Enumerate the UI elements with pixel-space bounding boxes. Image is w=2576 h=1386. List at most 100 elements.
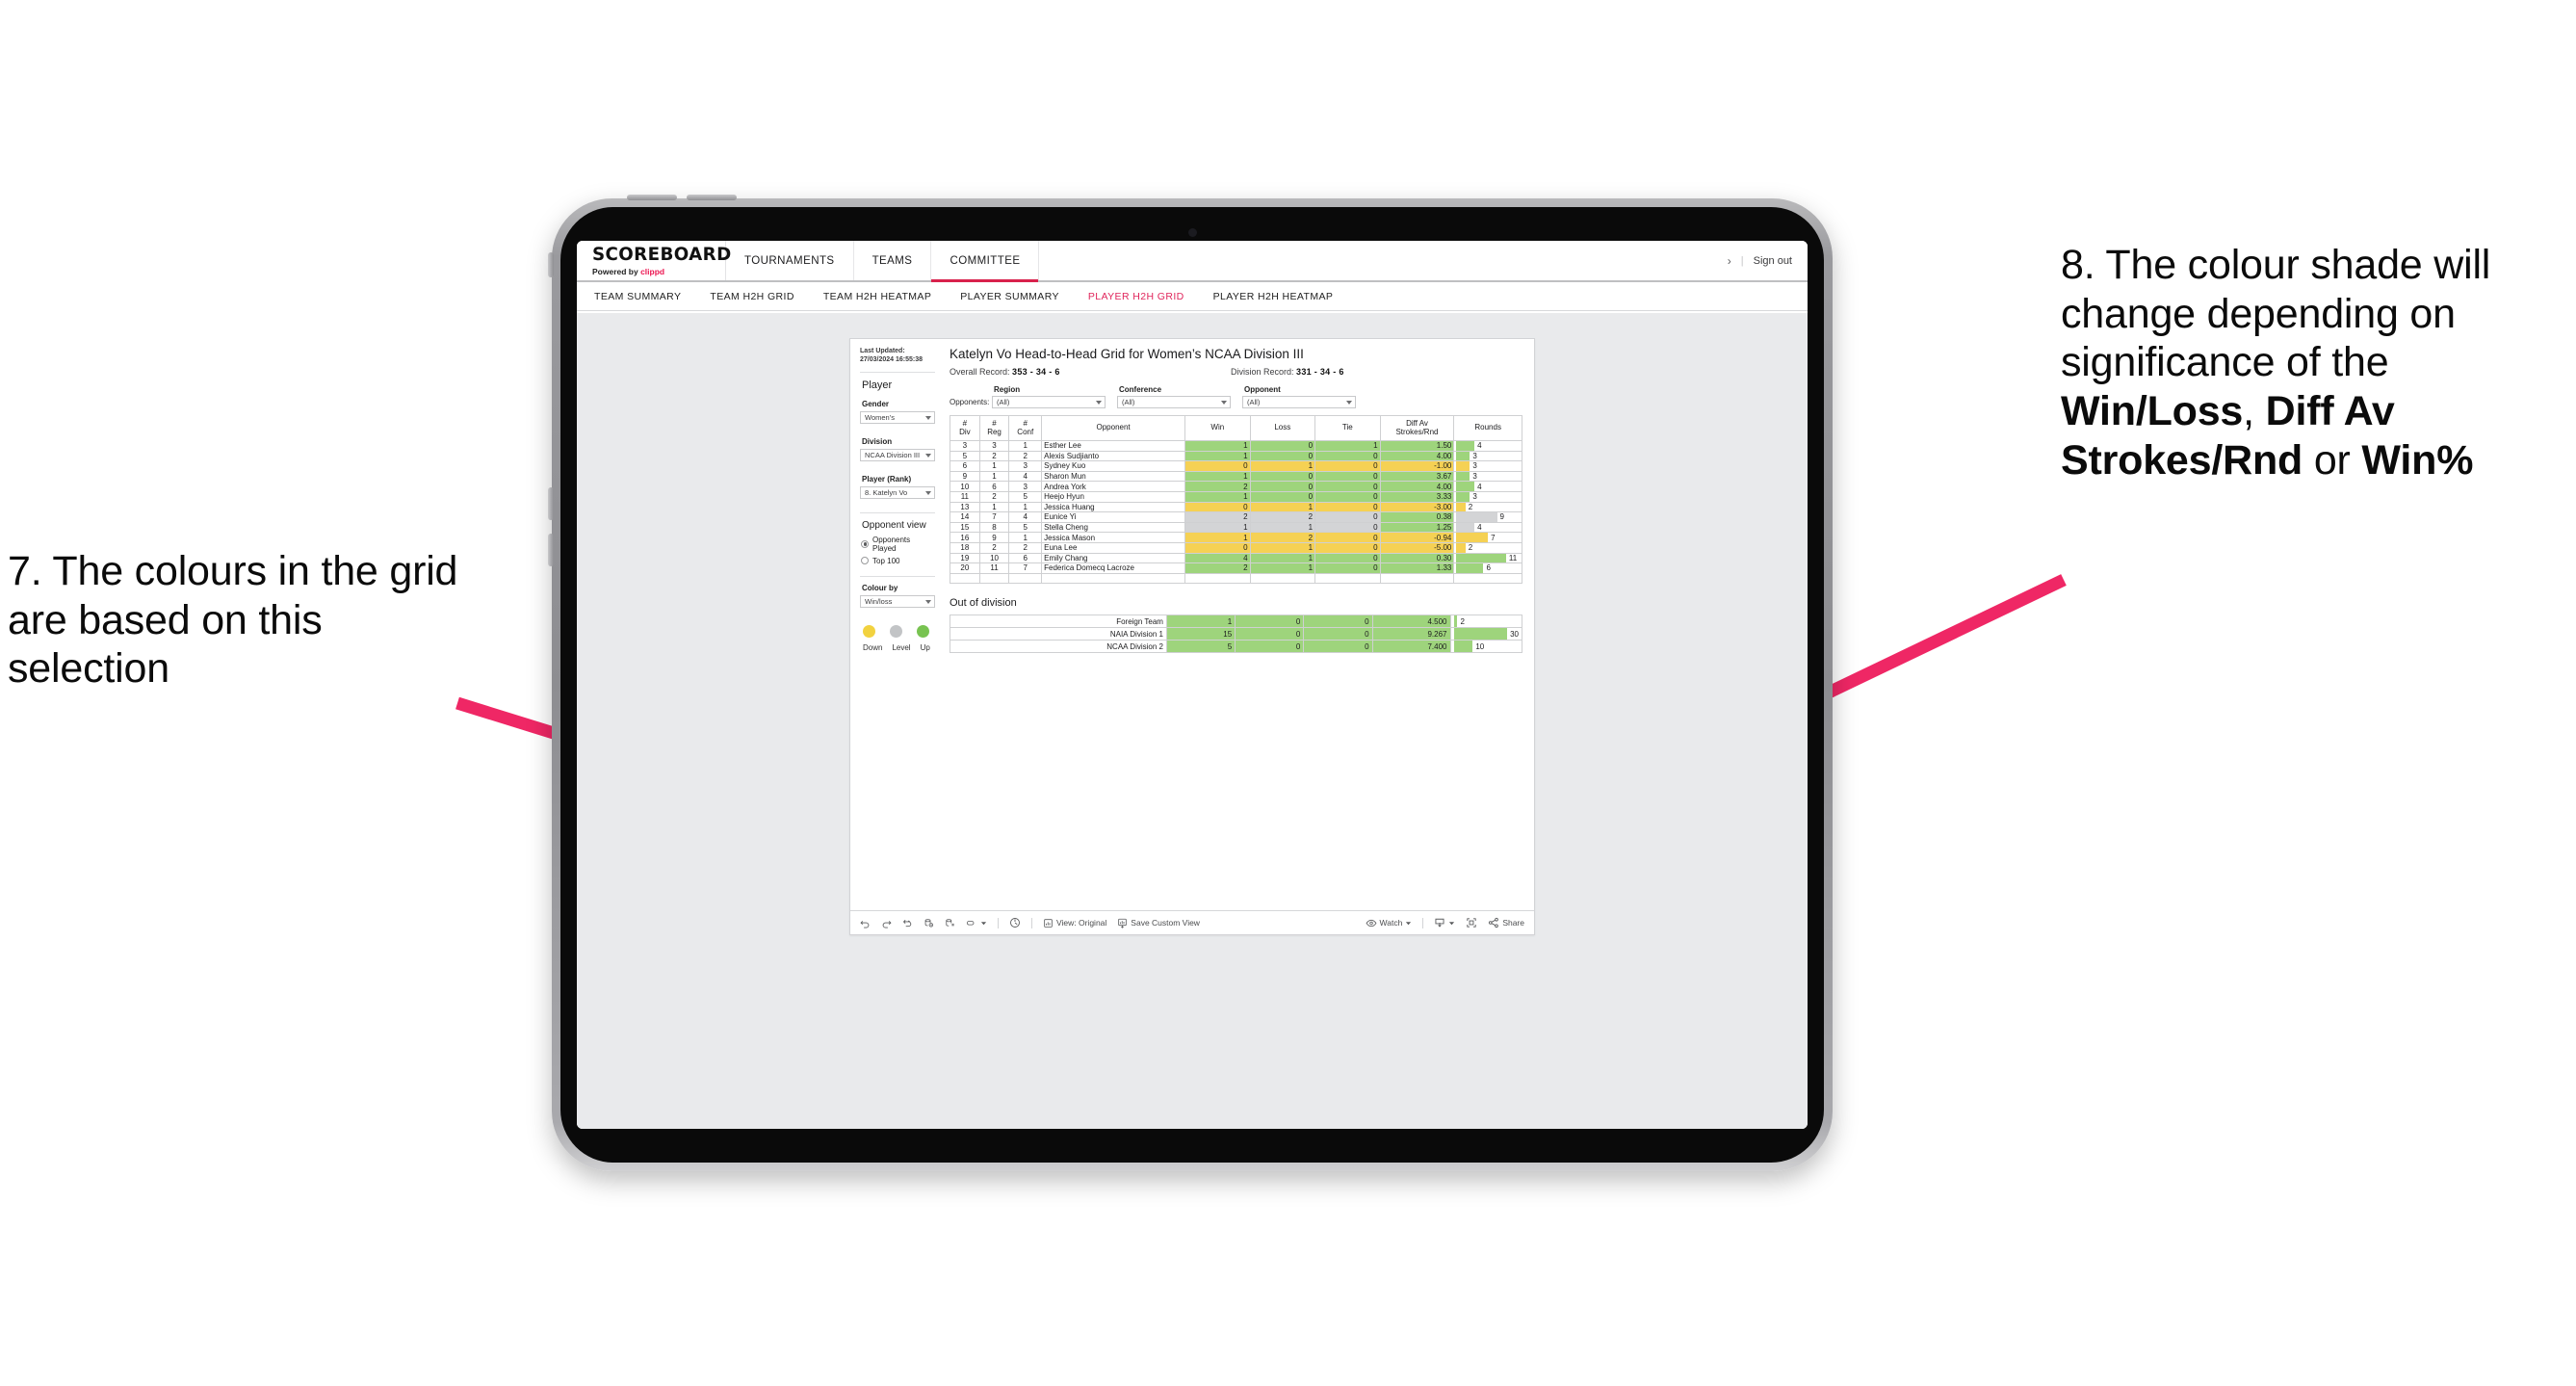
cell-div: 6 [950, 460, 980, 472]
viz-toolbar: View: Original Save Custom View Watch Sh… [850, 910, 1534, 934]
cell-div: 10 [950, 481, 980, 492]
subnav-item-team-h2h-heatmap[interactable]: TEAM H2H HEATMAP [823, 291, 931, 302]
brand-logo[interactable]: SCOREBOARD Powered by clippd [577, 241, 731, 280]
cell-tie: 0 [1314, 501, 1381, 513]
filter-region-label: Region [994, 385, 1021, 394]
cell-div: 18 [950, 541, 980, 554]
rounds-bar-label: 7 [1491, 533, 1496, 542]
front-camera-icon [1188, 228, 1197, 237]
table-row[interactable]: NCAA Division 2 5 0 0 7.400 10 [950, 640, 1522, 654]
chevron-down-icon [1221, 401, 1227, 405]
nav-item-teams[interactable]: TEAMS [854, 241, 932, 280]
player-rank-select[interactable]: 8. Katelyn Vo [860, 485, 935, 499]
subnav-item-player-h2h-grid[interactable]: PLAYER H2H GRID [1088, 291, 1184, 302]
rounds-bar-label: 6 [1486, 563, 1491, 573]
download-button[interactable] [1434, 917, 1455, 928]
cell-tie: 0 [1314, 532, 1381, 543]
col-reg: # Reg [978, 415, 1010, 441]
table-row[interactable]: 9 1 4 Sharon Mun 1 0 0 3.67 3 [950, 470, 1522, 483]
rounds-bar-label: 2 [1460, 616, 1465, 626]
table-row[interactable]: 19 10 6 Emily Chang 4 1 0 0.30 11 [950, 552, 1522, 564]
rounds-bar-fill [1453, 628, 1508, 641]
overall-record: Overall Record: 353 - 34 - 6 [950, 367, 1231, 377]
refresh-data-button[interactable] [924, 918, 934, 928]
cell-conf: 7 [1008, 562, 1043, 574]
subnav-item-team-summary[interactable]: TEAM SUMMARY [594, 291, 681, 302]
share-button[interactable]: Share [1488, 917, 1524, 928]
chevron-right-icon[interactable]: › [1728, 254, 1731, 268]
pause-auto-update-dropdown[interactable] [966, 918, 987, 928]
gender-select[interactable]: Women’s [860, 410, 935, 424]
tablet-side-button-2 [548, 487, 554, 520]
cell-win: 1 [1184, 440, 1251, 452]
filter-region-select[interactable]: (All) [992, 396, 1106, 408]
workspace: Last Updated: 27/03/2024 16:55:38 Player… [577, 313, 1808, 1129]
radio-opponents-played[interactable]: Opponents Played [861, 536, 935, 553]
topbar-divider: | [1740, 254, 1744, 267]
table-row[interactable]: 20 11 7 Federica Domecq Lacroze 2 1 0 1.33 6 [950, 562, 1522, 574]
watch-button[interactable]: Watch [1366, 918, 1413, 928]
sign-out-link[interactable]: Sign out [1754, 255, 1792, 267]
cell-diff: 1.25 [1379, 521, 1455, 534]
rounds-bar-cell: 30 [1449, 627, 1522, 641]
fullscreen-button[interactable] [1466, 917, 1477, 928]
legend-label-down: Down [863, 642, 883, 652]
filter-opponent-select[interactable]: (All) [1242, 396, 1356, 408]
filler-cell [1453, 572, 1522, 585]
revert-button[interactable] [902, 918, 913, 928]
cell-tie: 0 [1314, 490, 1381, 503]
table-row[interactable]: 6 1 3 Sydney Kuo 0 1 0 -1.00 3 [950, 460, 1522, 472]
redo-button[interactable] [881, 918, 892, 928]
subnav-item-player-h2h-heatmap[interactable]: PLAYER H2H HEATMAP [1213, 291, 1334, 302]
table-row[interactable]: 16 9 1 Jessica Mason 1 2 0 -0.94 7 [950, 532, 1522, 543]
table-row[interactable]: 14 7 4 Eunice Yi 2 2 0 0.38 9 [950, 511, 1522, 523]
table-row[interactable]: 13 1 1 Jessica Huang 0 1 0 -3.00 2 [950, 501, 1522, 513]
filter-opponent-label: Opponent [1244, 385, 1281, 394]
table-row[interactable]: 10 6 3 Andrea York 2 0 0 4.00 4 [950, 481, 1522, 492]
subnav-item-team-h2h-grid[interactable]: TEAM H2H GRID [710, 291, 794, 302]
cell-tie: 0 [1314, 470, 1381, 483]
cell-opponent: Esther Lee [1041, 440, 1186, 452]
colour-by-select[interactable]: Win/loss [860, 594, 935, 608]
cell-diff: 0.30 [1379, 552, 1455, 564]
filter-conference-select[interactable]: (All) [1117, 396, 1231, 408]
cell-win: 5 [1165, 640, 1236, 654]
radio-top-100[interactable]: Top 100 [861, 557, 935, 565]
rounds-bar-label: 4 [1477, 482, 1482, 491]
rounds-bar-fill [1456, 512, 1497, 522]
cell-loss: 0 [1235, 615, 1305, 629]
table-row[interactable]: 5 2 2 Alexis Sudjianto 1 0 0 4.00 3 [950, 450, 1522, 462]
division-select[interactable]: NCAA Division III [860, 448, 935, 461]
cell-loss: 0 [1249, 440, 1316, 452]
cell-loss: 1 [1249, 552, 1316, 564]
radio-opponents-played-label: Opponents Played [872, 535, 911, 553]
rounds-bar-fill [1456, 553, 1506, 562]
chevron-down-icon [925, 415, 931, 420]
nav-item-committee[interactable]: COMMITTEE [931, 241, 1040, 282]
cell-loss: 0 [1249, 450, 1316, 462]
save-custom-view-button[interactable]: Save Custom View [1117, 918, 1200, 928]
table-row[interactable]: 3 3 1 Esther Lee 1 0 1 1.50 4 [950, 440, 1522, 452]
table-row[interactable]: 18 2 2 Euna Lee 0 1 0 -5.00 2 [950, 541, 1522, 554]
table-row[interactable]: Foreign Team 1 0 0 4.500 2 [950, 615, 1522, 629]
cell-opponent: Sydney Kuo [1041, 460, 1186, 472]
table-row[interactable]: 11 2 5 Heejo Hyun 1 0 0 3.33 3 [950, 490, 1522, 503]
scoreboard-app: SCOREBOARD Powered by clippd TOURNAMENTS… [577, 241, 1808, 1129]
table-row[interactable]: 15 8 5 Stella Cheng 1 1 0 1.25 4 [950, 521, 1522, 534]
rounds-bar-label: 9 [1499, 512, 1504, 522]
filler-cell [978, 572, 1010, 585]
pause-updates-button[interactable] [945, 918, 955, 928]
cell-reg: 2 [978, 450, 1010, 462]
view-original-button[interactable]: View: Original [1043, 918, 1106, 928]
subnav-item-player-summary[interactable]: PLAYER SUMMARY [960, 291, 1059, 302]
filter-conference-label: Conference [1119, 385, 1162, 394]
rounds-bar-cell: 10 [1449, 640, 1522, 654]
undo-button[interactable] [860, 918, 871, 928]
help-button[interactable] [1009, 917, 1021, 928]
division-record-label: Division Record: [1231, 367, 1297, 377]
cell-diff: 3.33 [1379, 490, 1455, 503]
cell-win: 4 [1184, 552, 1251, 564]
nav-item-tournaments[interactable]: TOURNAMENTS [726, 241, 854, 280]
table-row[interactable]: NAIA Division 1 15 0 0 9.267 30 [950, 627, 1522, 641]
filler-cell [1249, 572, 1316, 585]
